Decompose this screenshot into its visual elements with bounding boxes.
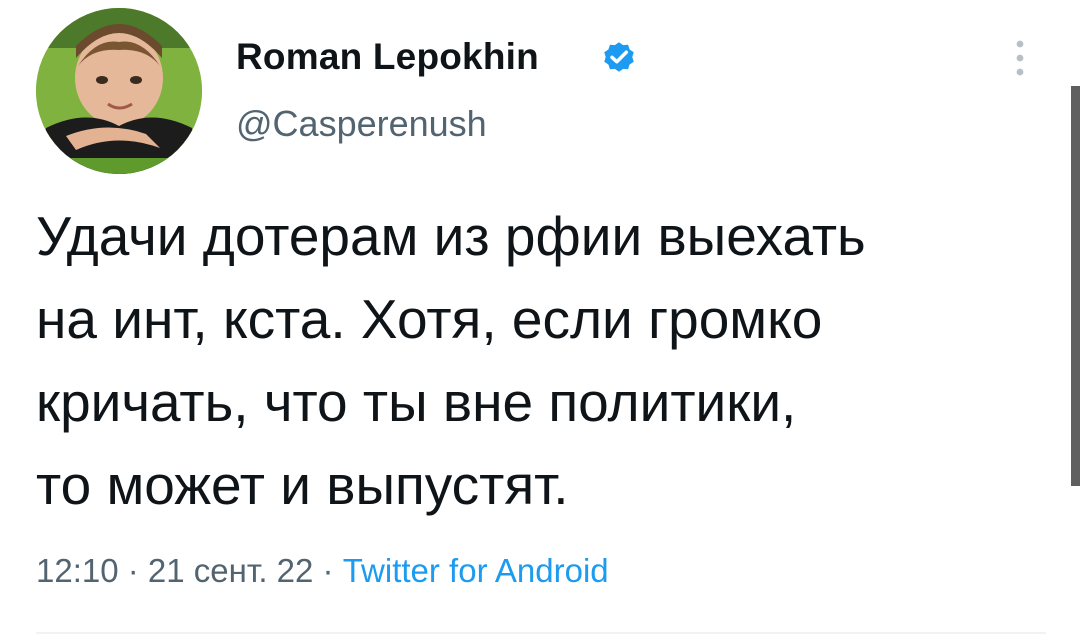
meta-separator: · xyxy=(313,552,343,589)
tweet-text: Удачи дотерам из рфии выехать на инт, кс… xyxy=(36,205,866,516)
divider xyxy=(36,632,1046,634)
tweet-date[interactable]: 21 сент. 22 xyxy=(148,552,313,589)
scrollbar[interactable] xyxy=(1071,86,1080,486)
author-handle[interactable]: @Casperenush xyxy=(236,103,487,145)
avatar[interactable] xyxy=(36,8,202,174)
meta-separator: · xyxy=(118,552,148,589)
tweet-time[interactable]: 12:10 xyxy=(36,552,119,589)
tweet-card: Roman Lepokhin @Casperenush Удачи дотера… xyxy=(0,0,1080,639)
avatar-photo xyxy=(36,8,202,174)
more-vertical-icon[interactable] xyxy=(1008,36,1032,80)
tweet-meta: 12:10 · 21 сент. 22 · Twitter for Androi… xyxy=(36,552,609,590)
verified-badge-icon xyxy=(604,42,634,72)
author-name[interactable]: Roman Lepokhin xyxy=(236,36,539,78)
tweet-source[interactable]: Twitter for Android xyxy=(343,552,609,589)
